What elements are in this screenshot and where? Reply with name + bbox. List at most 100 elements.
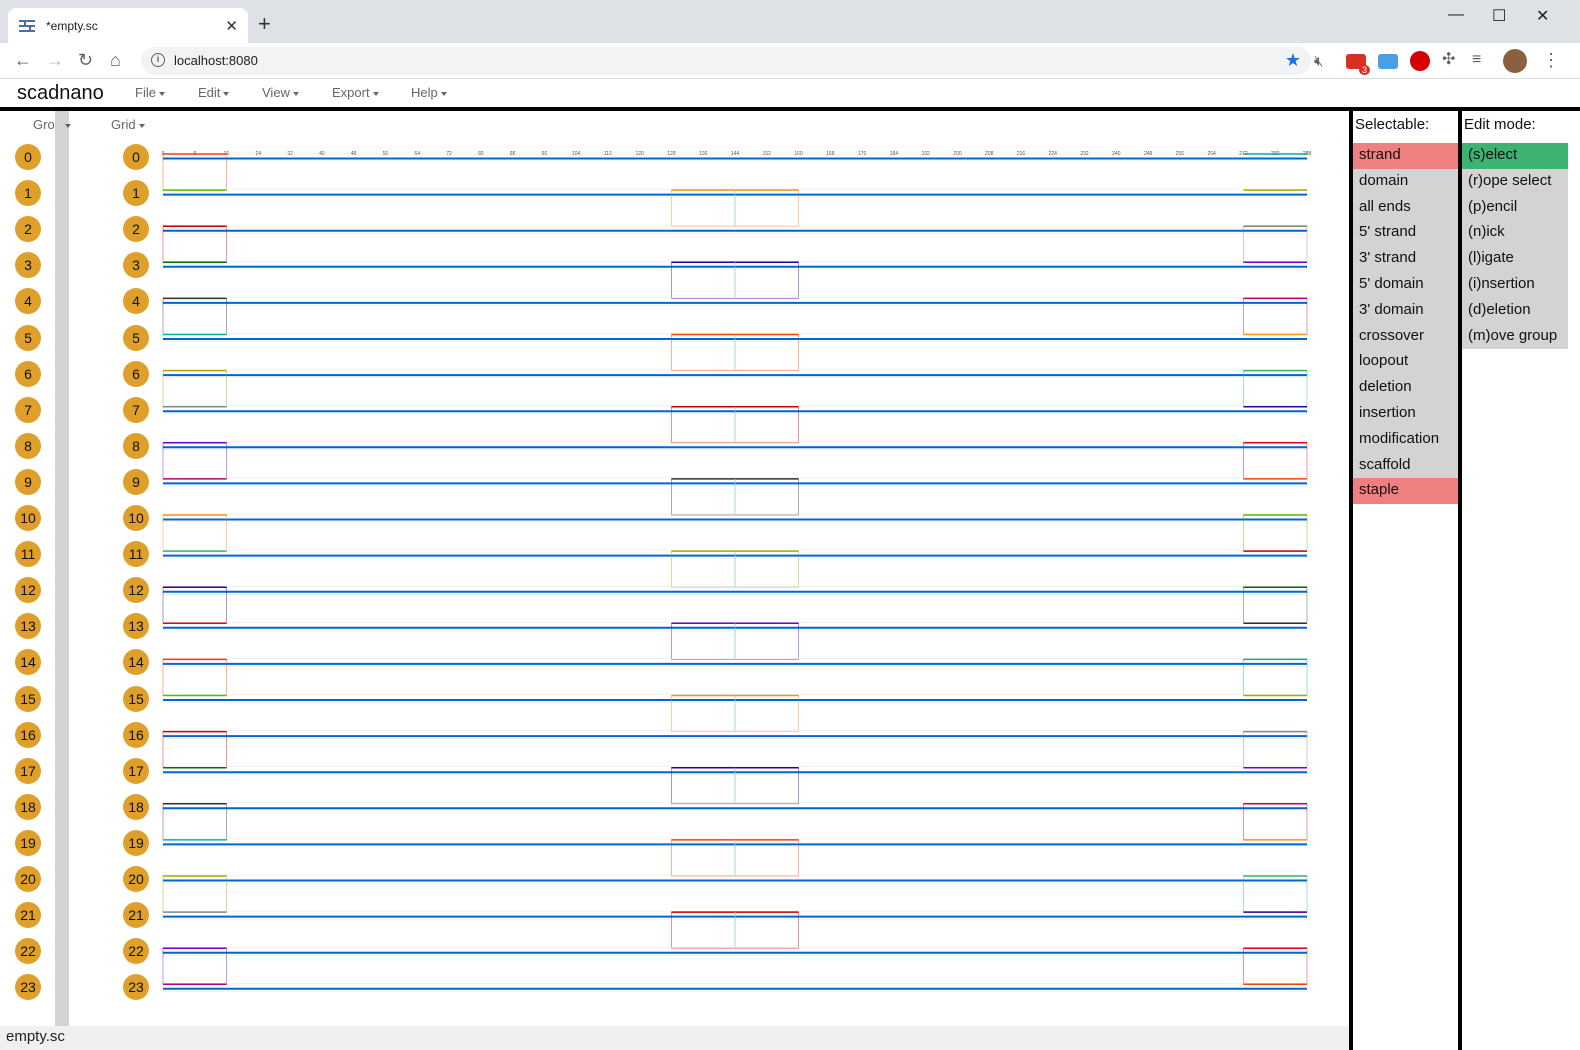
main-helix-label-2[interactable]: 2	[123, 216, 149, 243]
chat-extension-icon[interactable]	[1378, 54, 1398, 69]
design-view[interactable]: Gro Grid 0816243240485664728088961041121…	[0, 111, 1362, 1026]
browser-tab[interactable]: *empty.sc ✕	[8, 8, 248, 43]
side-helix-circle-20[interactable]: 20	[15, 866, 41, 892]
side-helix-circle-2[interactable]: 2	[15, 216, 41, 243]
selectable-3-strand[interactable]: 3' strand	[1353, 246, 1458, 272]
selectable-scaffold[interactable]: scaffold	[1353, 452, 1458, 479]
selectable-5-domain[interactable]: 5' domain	[1353, 271, 1458, 298]
edit-mode-r-ope-select[interactable]: (r)ope select	[1462, 168, 1568, 195]
main-helix-label-1[interactable]: 1	[123, 180, 149, 207]
scadnano-favicon-icon	[19, 19, 35, 32]
menu-help[interactable]: Help	[411, 85, 447, 100]
main-helix-label-17[interactable]: 17	[123, 757, 149, 784]
edit-mode-d-eletion[interactable]: (d)eletion	[1462, 297, 1568, 324]
side-helix-circle-15[interactable]: 15	[15, 685, 41, 712]
selectable-loopout[interactable]: loopout	[1353, 349, 1458, 376]
home-icon[interactable]: ⌂	[110, 51, 121, 69]
main-helix-label-19[interactable]: 19	[123, 829, 149, 856]
ruler-tick-label: 64	[414, 151, 420, 157]
profile-avatar[interactable]	[1503, 49, 1527, 73]
selectable-5-strand[interactable]: 5' strand	[1353, 220, 1458, 247]
side-helix-circle-5[interactable]: 5	[15, 324, 41, 351]
caret-down-icon	[292, 91, 299, 96]
muted-speaker-icon[interactable]: 🔇︎	[1314, 53, 1323, 71]
side-helix-circle-22[interactable]: 22	[15, 938, 41, 965]
main-helix-label-12[interactable]: 12	[123, 577, 149, 604]
address-bar[interactable]: i localhost:8080 ★	[141, 47, 1311, 75]
selectable-deletion[interactable]: deletion	[1353, 375, 1458, 401]
edit-mode-l-igate[interactable]: (l)igate	[1462, 246, 1568, 272]
ruler-tick-label: 104	[572, 151, 581, 157]
main-helix-label-15[interactable]: 15	[123, 685, 149, 712]
caret-down-icon	[223, 91, 230, 96]
address-url: localhost:8080	[174, 53, 258, 68]
side-helix-circle-10[interactable]: 10	[15, 505, 41, 531]
selectable-domain[interactable]: domain	[1353, 168, 1458, 195]
main-helix-label-21[interactable]: 21	[123, 902, 149, 929]
bookmark-star-icon[interactable]: ★	[1285, 50, 1301, 71]
side-helix-circle-6[interactable]: 6	[15, 360, 41, 387]
site-info-icon[interactable]: i	[151, 53, 165, 67]
main-helix-label-5[interactable]: 5	[123, 324, 149, 351]
forward-arrow-icon[interactable]: →	[46, 51, 64, 69]
main-helix-label-7[interactable]: 7	[123, 396, 149, 423]
main-helix-label-0[interactable]: 0	[123, 144, 149, 170]
main-helix-label-10[interactable]: 10	[123, 505, 149, 531]
menu-file[interactable]: File	[135, 85, 165, 100]
minimize-icon[interactable]: —	[1448, 6, 1464, 24]
extensions-puzzle-icon[interactable]: ✣	[1442, 51, 1455, 69]
edit-mode-i-nsertion[interactable]: (i)nsertion	[1462, 271, 1568, 298]
main-helix-label-8[interactable]: 8	[123, 432, 149, 459]
selectable-all-ends[interactable]: all ends	[1353, 194, 1458, 221]
side-helix-circle-0[interactable]: 0	[15, 144, 41, 170]
reload-icon[interactable]: ↻	[78, 51, 93, 69]
edit-mode-n-ick[interactable]: (n)ick	[1462, 220, 1568, 247]
main-helix-label-16[interactable]: 16	[123, 721, 149, 748]
edit-mode-s-elect[interactable]: (s)elect	[1462, 143, 1568, 169]
edit-mode-panel: Edit mode: (s)elect (r)ope select (p)encil…	[1462, 111, 1568, 1050]
side-helix-circle-18[interactable]: 18	[15, 793, 41, 820]
helix-design-canvas[interactable]: 0816243240485664728088961041121201281361…	[0, 111, 1362, 1026]
menu-export[interactable]: Export	[332, 85, 379, 100]
maximize-icon[interactable]: ☐	[1492, 6, 1506, 26]
side-helix-circle-17[interactable]: 17	[15, 757, 41, 784]
selectable-strand[interactable]: strand	[1353, 143, 1458, 169]
menu-view-label: View	[262, 85, 290, 100]
edit-mode-m-ove-group[interactable]: (m)ove group	[1462, 323, 1568, 350]
side-helix-circle-16[interactable]: 16	[15, 721, 41, 748]
side-helix-circle-7[interactable]: 7	[15, 396, 41, 423]
edit-mode-p-encil[interactable]: (p)encil	[1462, 194, 1568, 221]
menu-view[interactable]: View	[262, 85, 299, 100]
selectable-staple[interactable]: staple	[1353, 478, 1458, 505]
tab-close-icon[interactable]: ✕	[225, 17, 238, 35]
side-helix-circle-1[interactable]: 1	[15, 180, 41, 207]
menu-edit[interactable]: Edit	[198, 85, 230, 100]
selectable-3-domain[interactable]: 3' domain	[1353, 297, 1458, 324]
side-helix-circle-11[interactable]: 11	[15, 541, 41, 568]
opera-extension-icon[interactable]	[1410, 51, 1430, 71]
ruler-tick-label: 184	[890, 151, 899, 157]
ruler-tick-label: 88	[510, 151, 516, 157]
mail-extension-icon[interactable]: 3	[1346, 54, 1370, 75]
main-helix-label-20[interactable]: 20	[123, 866, 149, 892]
media-queue-icon[interactable]: ≡	[1472, 51, 1481, 69]
main-helix-label-11[interactable]: 11	[123, 541, 149, 568]
side-helix-circle-12[interactable]: 12	[15, 577, 41, 604]
mail-badge: 3	[1358, 65, 1370, 75]
side-helix-circle-8[interactable]: 8	[15, 432, 41, 459]
main-helix-label-22[interactable]: 22	[123, 938, 149, 965]
selectable-modification[interactable]: modification	[1353, 426, 1458, 453]
side-helix-circle-21[interactable]: 21	[15, 902, 41, 929]
back-arrow-icon[interactable]: ←	[14, 51, 32, 69]
side-helix-circle-19[interactable]: 19	[15, 829, 41, 856]
selectable-insertion[interactable]: insertion	[1353, 400, 1458, 427]
main-helix-label-18[interactable]: 18	[123, 793, 149, 820]
new-tab-icon[interactable]: +	[258, 13, 271, 35]
chrome-menu-icon[interactable]: ⋮	[1542, 51, 1560, 69]
tab-title: *empty.sc	[46, 18, 98, 33]
window-close-icon[interactable]: ✕	[1536, 6, 1549, 26]
selectable-crossover[interactable]: crossover	[1353, 323, 1458, 350]
side-helix-circle-9[interactable]: 9	[15, 468, 41, 495]
main-helix-label-6[interactable]: 6	[123, 360, 149, 387]
main-helix-label-9[interactable]: 9	[123, 468, 149, 495]
